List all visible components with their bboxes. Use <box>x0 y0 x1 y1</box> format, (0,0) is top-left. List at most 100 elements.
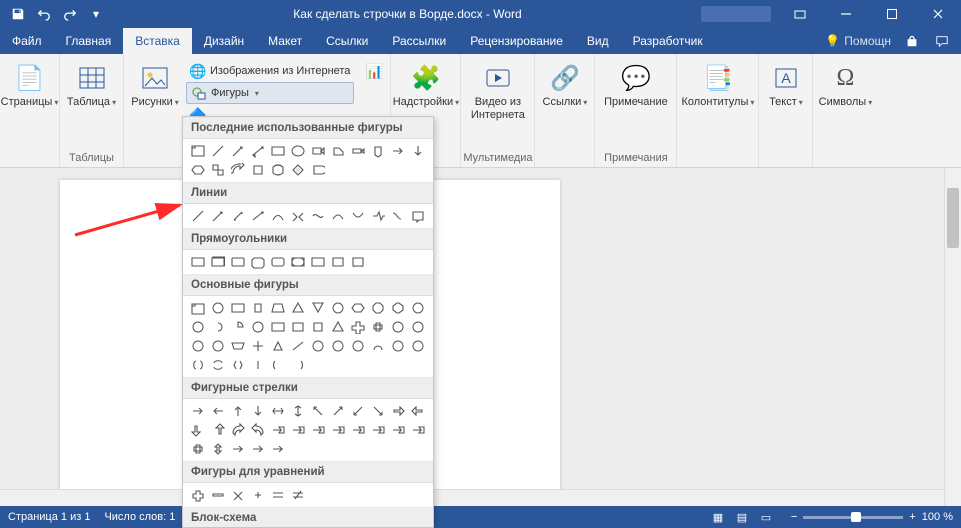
shape-basic-18[interactable] <box>308 318 327 336</box>
text-button[interactable]: AТекст <box>762 60 810 111</box>
tab-layout[interactable]: Макет <box>256 28 314 54</box>
zoom-knob[interactable] <box>851 512 861 522</box>
vertical-scrollbar[interactable] <box>944 168 961 506</box>
shape-recent-8[interactable] <box>348 142 367 160</box>
shape-basic-10[interactable] <box>388 299 407 317</box>
view-read[interactable]: ▦ <box>707 508 729 526</box>
shape-arrow-16[interactable] <box>268 421 287 439</box>
shape-basic-41[interactable] <box>288 356 307 374</box>
shape-arrow-14[interactable] <box>228 421 247 439</box>
tab-home[interactable]: Главная <box>54 28 124 54</box>
minimize-button[interactable] <box>823 0 869 28</box>
shape-recent-0[interactable] <box>188 142 207 160</box>
shape-basic-11[interactable] <box>408 299 427 317</box>
shape-rect-0[interactable] <box>188 253 207 271</box>
shape-line-6[interactable] <box>308 207 327 225</box>
shape-arrow-2[interactable] <box>228 402 247 420</box>
tab-file[interactable]: Файл <box>0 28 54 54</box>
shape-arrow-9[interactable] <box>368 402 387 420</box>
online-pictures-button[interactable]: 🌐Изображения из Интернета <box>186 60 354 82</box>
shape-line-1[interactable] <box>208 207 227 225</box>
shape-recent-4[interactable] <box>268 142 287 160</box>
shape-basic-28[interactable] <box>268 337 287 355</box>
shape-basic-6[interactable] <box>308 299 327 317</box>
shape-basic-36[interactable] <box>188 356 207 374</box>
shape-arrow-8[interactable] <box>348 402 367 420</box>
shape-basic-19[interactable] <box>328 318 347 336</box>
shape-recent-10[interactable] <box>388 142 407 160</box>
shape-basic-15[interactable] <box>248 318 267 336</box>
shape-arrow-4[interactable] <box>268 402 287 420</box>
shape-basic-23[interactable] <box>408 318 427 336</box>
shape-arrow-32[interactable] <box>268 440 287 458</box>
shape-arrow-31[interactable] <box>248 440 267 458</box>
shapes-button[interactable]: Фигуры <box>186 82 354 104</box>
shape-eq-1[interactable] <box>208 486 227 504</box>
shape-eq-0[interactable] <box>188 486 207 504</box>
shape-arrow-13[interactable] <box>208 421 227 439</box>
shape-line-10[interactable] <box>388 207 407 225</box>
shape-basic-21[interactable] <box>368 318 387 336</box>
shape-arrow-17[interactable] <box>288 421 307 439</box>
shape-arrow-6[interactable] <box>308 402 327 420</box>
zoom-slider[interactable] <box>803 516 903 519</box>
shape-basic-26[interactable] <box>228 337 247 355</box>
shape-recent-15[interactable] <box>248 161 267 179</box>
online-video-button[interactable]: Видео из Интернета <box>469 60 527 123</box>
shape-basic-20[interactable] <box>348 318 367 336</box>
shape-line-11[interactable] <box>408 207 427 225</box>
shape-line-9[interactable] <box>368 207 387 225</box>
shape-line-0[interactable] <box>188 207 207 225</box>
tell-me[interactable]: 💡Помощн <box>825 34 891 48</box>
shape-arrow-7[interactable] <box>328 402 347 420</box>
shape-eq-5[interactable] <box>288 486 307 504</box>
tab-view[interactable]: Вид <box>575 28 621 54</box>
shape-recent-1[interactable] <box>208 142 227 160</box>
shape-basic-17[interactable] <box>288 318 307 336</box>
shape-arrow-22[interactable] <box>388 421 407 439</box>
shape-basic-33[interactable] <box>368 337 387 355</box>
undo-button[interactable] <box>32 2 56 26</box>
shape-rect-7[interactable] <box>328 253 347 271</box>
shape-basic-31[interactable] <box>328 337 347 355</box>
shape-eq-3[interactable] <box>248 486 267 504</box>
shape-arrow-18[interactable] <box>308 421 327 439</box>
shape-line-7[interactable] <box>328 207 347 225</box>
view-web[interactable]: ▭ <box>755 508 777 526</box>
zoom-level[interactable]: 100 % <box>922 511 953 523</box>
shape-eq-4[interactable] <box>268 486 287 504</box>
shape-basic-25[interactable] <box>208 337 227 355</box>
shape-line-2[interactable] <box>228 207 247 225</box>
horizontal-scrollbar[interactable] <box>0 489 944 506</box>
shape-recent-18[interactable] <box>308 161 327 179</box>
shape-recent-7[interactable] <box>328 142 347 160</box>
shape-basic-32[interactable] <box>348 337 367 355</box>
shape-basic-27[interactable] <box>248 337 267 355</box>
shape-basic-5[interactable] <box>288 299 307 317</box>
shape-rect-3[interactable] <box>248 253 267 271</box>
view-print[interactable]: ▤ <box>731 508 753 526</box>
share-button[interactable] <box>903 32 921 50</box>
shape-line-5[interactable] <box>288 207 307 225</box>
shape-basic-34[interactable] <box>388 337 407 355</box>
zoom-in-button[interactable]: + <box>909 511 915 523</box>
redo-button[interactable] <box>58 2 82 26</box>
shape-rect-2[interactable] <box>228 253 247 271</box>
shape-arrow-12[interactable] <box>188 421 207 439</box>
shape-basic-0[interactable] <box>188 299 207 317</box>
maximize-button[interactable] <box>869 0 915 28</box>
shape-recent-9[interactable] <box>368 142 387 160</box>
shape-basic-14[interactable] <box>228 318 247 336</box>
shape-recent-17[interactable]: ☆ <box>288 161 307 179</box>
comment-button[interactable]: 💬Примечание <box>598 60 674 111</box>
shape-recent-6[interactable] <box>308 142 327 160</box>
shape-basic-3[interactable] <box>248 299 267 317</box>
shape-line-4[interactable] <box>268 207 287 225</box>
shape-arrow-23[interactable] <box>408 421 427 439</box>
shape-recent-14[interactable] <box>228 161 247 179</box>
shape-arrow-28[interactable] <box>188 440 207 458</box>
save-button[interactable] <box>6 2 30 26</box>
close-button[interactable] <box>915 0 961 28</box>
status-page[interactable]: Страница 1 из 1 <box>8 511 90 523</box>
shape-rect-6[interactable] <box>308 253 327 271</box>
